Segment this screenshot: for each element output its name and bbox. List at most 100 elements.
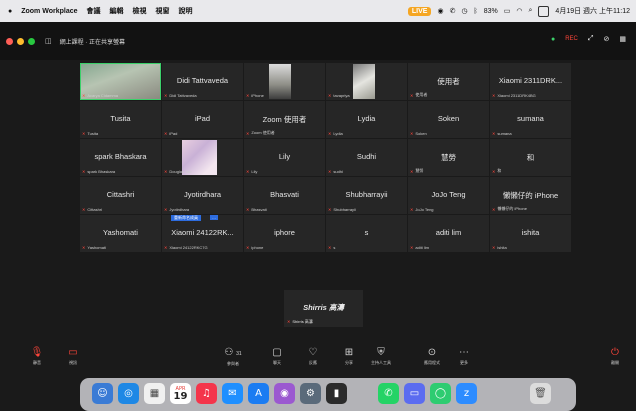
- mic-muted-icon: ✕: [410, 245, 414, 250]
- close-window-button[interactable]: [6, 37, 13, 45]
- rename-tag[interactable]: 重新命名成員: [171, 215, 201, 221]
- participant-tile[interactable]: Shirris 高濤 ✕ Shirris 高濤: [284, 290, 363, 327]
- participants-button[interactable]: ⚇ 31 參與者: [218, 346, 248, 367]
- view-grid-icon[interactable]: ▦: [619, 35, 626, 43]
- recording-indicator-icon[interactable]: ●: [551, 36, 555, 43]
- apple-icon[interactable]: ●: [8, 8, 12, 15]
- fullscreen-icon[interactable]: ⤢: [588, 35, 594, 43]
- participant-tile[interactable]: iPad ✕ iPad: [162, 101, 243, 138]
- share-button[interactable]: ⊞ 分享: [334, 346, 364, 366]
- participant-display-name: Sudhi: [356, 152, 377, 161]
- zoom-workplace-icon[interactable]: ▭: [404, 383, 425, 404]
- trash-icon[interactable]: 🗑: [530, 383, 551, 404]
- video-button[interactable]: ▭ 視訊: [58, 346, 88, 366]
- app-menu[interactable]: Zoom Workplace: [21, 8, 77, 15]
- participant-tile[interactable]: Cittashri ✕ Cittashri: [80, 177, 161, 214]
- menu-item-help[interactable]: 說明: [179, 6, 193, 16]
- participant-tile[interactable]: Xiaomi 24122RK... ✕ Xiaomi 24122RKC7G 重新命名成…: [162, 215, 243, 252]
- participant-tile[interactable]: 懶懶仔的 iPhone ✕ 懶懶仔的 iPhone: [490, 177, 571, 214]
- mic-muted-icon: ✕: [328, 245, 332, 250]
- participant-name-text: Yashomati: [87, 245, 106, 250]
- wifi-icon[interactable]: ◠: [516, 7, 522, 15]
- participant-tile[interactable]: sumana ✕ sumana: [490, 101, 571, 138]
- zoom-window-button[interactable]: [28, 37, 35, 45]
- leave-button[interactable]: ⏻ 離開: [600, 346, 630, 366]
- mail-icon[interactable]: ✉: [222, 383, 243, 404]
- safari-icon[interactable]: ◎: [118, 383, 139, 404]
- participant-name-text: s: [333, 245, 336, 250]
- mute-button[interactable]: 🎙 靜音: [22, 346, 52, 366]
- participant-tile[interactable]: Yashomati ✕ Yashomati: [80, 215, 161, 252]
- stickies-icon[interactable]: ▮: [326, 383, 347, 404]
- menu-item-window[interactable]: 視窗: [156, 6, 170, 16]
- control-center-icon[interactable]: [538, 5, 550, 17]
- participant-tile[interactable]: spark Bhaskara ✕ spark Bhaskara: [80, 139, 161, 176]
- chat-button[interactable]: ▢ 聊天: [262, 346, 292, 366]
- participant-tile[interactable]: ✕ Acarya Cidamma: [80, 63, 161, 100]
- participant-name-text: ishita: [497, 245, 507, 250]
- mic-muted-icon: ✕: [410, 92, 414, 98]
- participant-tile[interactable]: 慧勞 ✕ 慧勞: [408, 139, 489, 176]
- participant-tile[interactable]: Shubharrayii ✕ Shubharrayii: [326, 177, 407, 214]
- participant-tile[interactable]: Lily ✕ Lily: [244, 139, 325, 176]
- participant-tile[interactable]: 使用者 ✕ 使用者: [408, 63, 489, 100]
- participant-name-text: Lily: [251, 169, 258, 174]
- bluetooth-icon[interactable]: ᛒ: [474, 8, 478, 15]
- clock-icon[interactable]: ◷: [461, 7, 467, 15]
- apps-button[interactable]: ⊙ 應用程式: [417, 346, 447, 366]
- mic-muted-icon: ✕: [164, 169, 168, 174]
- zoom-status-icon[interactable]: ◉: [437, 7, 443, 15]
- participant-display-name: 懶懶仔的 iPhone: [502, 191, 559, 200]
- participant-tile[interactable]: Bhasvati ✕ Bhasvati: [244, 177, 325, 214]
- participant-tile[interactable]: Soken ✕ Soken: [408, 101, 489, 138]
- minimize-window-button[interactable]: [17, 37, 24, 45]
- participant-display-name: Jyotirdhara: [183, 190, 222, 199]
- participant-tile[interactable]: Didi Tattvaveda ✕ Didi Tattvaveda: [162, 63, 243, 100]
- participant-name-label: ✕ tavapriya: [328, 93, 350, 98]
- shield-icon[interactable]: ◫: [45, 37, 52, 45]
- podcasts-icon[interactable]: ◉: [274, 383, 295, 404]
- whatsapp-icon[interactable]: ✆: [378, 383, 399, 404]
- participant-tile[interactable]: Tusita ✕ Tusita: [80, 101, 161, 138]
- system-settings-icon[interactable]: ⚙: [300, 383, 321, 404]
- calendar-icon[interactable]: APR 19: [170, 383, 191, 404]
- participant-tile[interactable]: Lydia ✕ Lydia: [326, 101, 407, 138]
- participant-name-label: ✕ spark Bhaskara: [82, 169, 115, 174]
- live-badge[interactable]: LIVE: [407, 6, 432, 16]
- datetime[interactable]: 4月19日 週六 上午11:12: [555, 6, 630, 16]
- participant-tile[interactable]: JoJo Teng ✕ JoJo Teng: [408, 177, 489, 214]
- participant-tile[interactable]: s ✕ s: [326, 215, 407, 252]
- search-icon[interactable]: ⌕: [529, 7, 533, 15]
- participant-tile[interactable]: Zoom 使用者 ✕ Zoom 使用者: [244, 101, 325, 138]
- zoom-icon[interactable]: z: [456, 383, 477, 404]
- menu-item-view[interactable]: 檢視: [133, 6, 147, 16]
- participant-display-name: Didi Tattvaveda: [176, 76, 229, 85]
- finder-icon[interactable]: ☺: [92, 383, 113, 404]
- participant-tile[interactable]: Jyotirdhara ✕ Jyotirdhara: [162, 177, 243, 214]
- participant-tile[interactable]: ishita ✕ ishita: [490, 215, 571, 252]
- menu-item-meeting[interactable]: 會議: [87, 6, 101, 16]
- participant-tile[interactable]: aditi lim ✕ aditi lim: [408, 215, 489, 252]
- participant-tile[interactable]: Xiaomi 2311DRK... ✕ Xiaomi 2311DRK4BG: [490, 63, 571, 100]
- participant-name-text: 慧勞: [415, 168, 424, 173]
- app-store-icon[interactable]: A: [248, 383, 269, 404]
- menu-item-edit[interactable]: 編輯: [110, 6, 124, 16]
- messages-icon[interactable]: ◯: [430, 383, 451, 404]
- reactions-button[interactable]: ♡ 反應: [298, 346, 328, 366]
- launchpad-icon[interactable]: ▦: [144, 383, 165, 404]
- participant-tile[interactable]: ✕ iPhone: [244, 63, 325, 100]
- participant-tile[interactable]: 和 ✕ 和: [490, 139, 571, 176]
- participant-tile[interactable]: iphore ✕ iphone: [244, 215, 325, 252]
- mic-muted-icon: ✕: [492, 168, 496, 174]
- pin-icon[interactable]: ⊘: [604, 35, 610, 43]
- participant-tile[interactable]: Sudhi ✕ sudhi: [326, 139, 407, 176]
- more-button[interactable]: ⋯ 更多: [449, 346, 479, 366]
- phone-icon[interactable]: ✆: [450, 7, 456, 15]
- music-icon[interactable]: ♫: [196, 383, 217, 404]
- rec-label[interactable]: REC: [565, 36, 578, 42]
- participant-tile[interactable]: ✕ tavapriya: [326, 63, 407, 100]
- battery-icon[interactable]: ▭: [504, 7, 511, 15]
- host-tools-button[interactable]: ⛨ 主持人工具: [366, 346, 396, 366]
- participant-tile[interactable]: ✕ Douglas Tao: [162, 139, 243, 176]
- tile-more-button[interactable]: …: [210, 215, 218, 220]
